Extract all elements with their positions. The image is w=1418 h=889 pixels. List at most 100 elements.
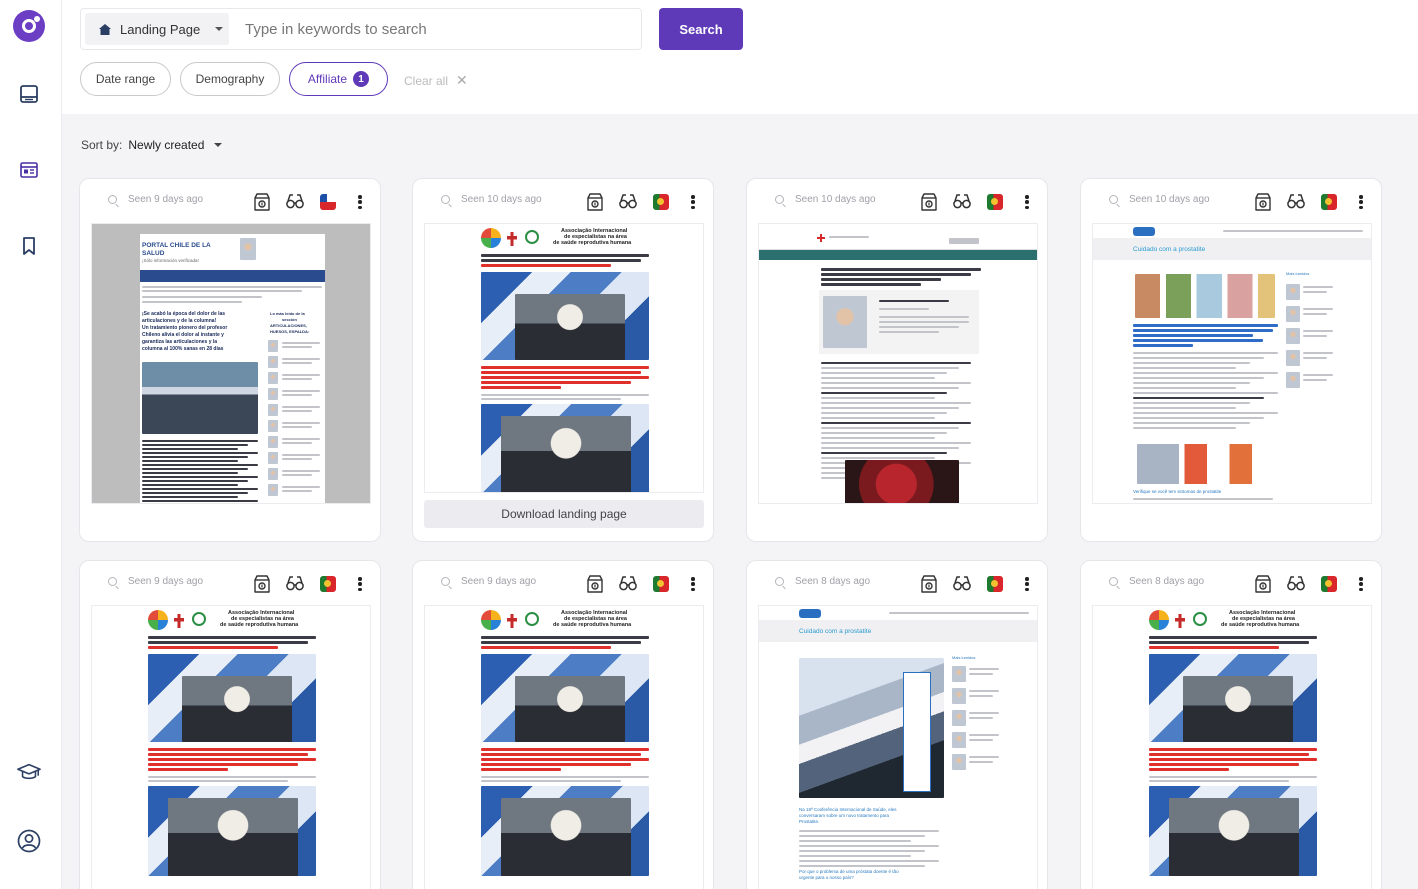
nav-academy-icon[interactable] <box>17 760 41 784</box>
more-options-icon[interactable] <box>1358 575 1364 593</box>
nav-bar <box>140 270 325 282</box>
sidebar-thumb <box>268 388 278 400</box>
spy-icon[interactable] <box>286 193 304 211</box>
text-line <box>282 474 312 476</box>
landing-page-card[interactable]: Seen 9 days ago Associação Internacional d… <box>79 560 381 889</box>
seen-label: Seen 10 days ago <box>441 194 542 205</box>
text-line <box>481 768 561 771</box>
text-line <box>148 780 288 782</box>
archive-icon[interactable] <box>1255 193 1273 211</box>
spy-icon[interactable] <box>286 575 304 593</box>
text-line <box>821 372 947 374</box>
portugal-flag-icon <box>1321 576 1337 592</box>
org-logo-icon <box>192 612 206 626</box>
nav-landing-pages-icon[interactable] <box>17 158 41 182</box>
landing-page-card[interactable]: Seen 8 days ago Cuidado com a prostatite M… <box>746 560 1048 889</box>
download-landing-page-button[interactable]: Download landing page <box>424 500 704 528</box>
card-header: Seen 10 days ago <box>413 191 713 213</box>
filter-demography[interactable]: Demography <box>180 62 280 96</box>
text-line <box>969 717 993 719</box>
landing-page-preview[interactable]: Associação Internacional de especialistas… <box>1092 605 1372 889</box>
more-options-icon[interactable] <box>690 193 696 211</box>
spy-icon[interactable] <box>953 575 971 593</box>
clear-all-button[interactable]: Clear all ✕ <box>404 72 468 89</box>
nav-dashboard-icon[interactable] <box>17 82 41 106</box>
more-options-icon[interactable] <box>357 193 363 211</box>
close-icon: ✕ <box>456 72 468 88</box>
card-header: Seen 10 days ago <box>747 191 1047 213</box>
sort-control[interactable]: Sort by: Newly created <box>81 138 223 152</box>
landing-page-preview[interactable] <box>758 223 1038 504</box>
portugal-flag-icon <box>320 576 336 592</box>
spy-icon[interactable] <box>1287 193 1305 211</box>
more-options-icon[interactable] <box>1024 193 1030 211</box>
search-button[interactable]: Search <box>659 8 743 50</box>
text-line <box>282 390 320 392</box>
filter-date-range[interactable]: Date range <box>80 62 171 96</box>
archive-icon[interactable] <box>254 575 272 593</box>
landing-page-preview[interactable]: Associação Internacional de especialistas… <box>424 605 704 889</box>
more-options-icon[interactable] <box>690 575 696 593</box>
landing-page-preview[interactable]: Cuidado com a prostatite Mais lumidos Na 1… <box>758 605 1038 889</box>
text-line <box>148 768 228 771</box>
landing-page-preview[interactable]: PORTAL CHILE DE LA SALUD ¡Sólo información… <box>91 223 371 504</box>
thumb-side: Lo más leído de la <box>270 311 305 316</box>
text-line <box>481 259 641 262</box>
filter-affiliate[interactable]: Affiliate 1 <box>289 62 388 96</box>
text-line <box>1133 377 1264 379</box>
archive-icon[interactable] <box>921 575 939 593</box>
archive-icon[interactable] <box>921 193 939 211</box>
portugal-flag-icon <box>987 194 1003 210</box>
archive-icon[interactable] <box>587 193 605 211</box>
search-input[interactable] <box>245 20 625 38</box>
nav-profile-icon[interactable] <box>17 829 41 853</box>
card-header: Seen 9 days ago <box>80 191 380 213</box>
seen-label: Seen 10 days ago <box>775 194 876 205</box>
content-type-select[interactable]: Landing Page <box>85 13 229 45</box>
text-line <box>148 641 308 644</box>
more-options-icon[interactable] <box>1358 193 1364 211</box>
text-line <box>282 426 312 428</box>
spy-icon[interactable] <box>1287 575 1305 593</box>
sidebar-thumb <box>1286 306 1300 322</box>
more-options-icon[interactable] <box>357 575 363 593</box>
card-header: Seen 8 days ago <box>747 573 1047 595</box>
text-line <box>821 367 959 369</box>
landing-page-card[interactable]: Seen 10 days ago Cuidado com a prostatite… <box>1080 178 1382 542</box>
landing-page-card[interactable]: Seen 9 days ago Associação Internacional d… <box>412 560 714 889</box>
text-line <box>148 646 278 649</box>
author-photo <box>823 296 867 348</box>
cross-logo-icon <box>1175 614 1185 628</box>
article-photo <box>1137 444 1277 484</box>
article-photo <box>501 416 631 492</box>
sidebar-thumb <box>268 436 278 448</box>
spy-icon[interactable] <box>619 193 637 211</box>
landing-page-card[interactable]: Seen 8 days ago Associação Internacional d… <box>1080 560 1382 889</box>
sidebar-thumb <box>268 484 278 496</box>
spy-icon[interactable] <box>619 575 637 593</box>
text-line <box>481 398 621 400</box>
landing-page-preview[interactable]: Associação Internacional de especialistas… <box>91 605 371 889</box>
spy-icon[interactable] <box>953 193 971 211</box>
archive-icon[interactable] <box>1255 575 1273 593</box>
thumb-cta: Verifique se você tem sintomas de prosta… <box>1133 489 1222 494</box>
landing-page-preview[interactable]: Associação Internacional de especialistas… <box>424 223 704 493</box>
text-line <box>148 763 298 766</box>
text-line <box>1303 352 1333 354</box>
org-logo-icon <box>1193 612 1207 626</box>
nav-bookmark-icon[interactable] <box>17 234 41 258</box>
archive-icon[interactable] <box>587 575 605 593</box>
landing-page-card[interactable]: Seen 10 days ago Associação Internacional… <box>412 178 714 542</box>
archive-icon[interactable] <box>254 193 272 211</box>
landing-page-card[interactable]: Seen 10 days ago <box>746 178 1048 542</box>
more-options-icon[interactable] <box>1024 575 1030 593</box>
app-logo[interactable] <box>13 10 45 42</box>
landing-page-card[interactable]: Seen 9 days ago PORTAL CHILE DE LA SALUD ¡S… <box>79 178 381 542</box>
text-line <box>821 392 947 394</box>
chile-flag-icon <box>320 194 336 210</box>
text-line <box>481 753 641 756</box>
text-line <box>799 865 925 867</box>
text-line <box>148 753 308 756</box>
landing-page-preview[interactable]: Cuidado com a prostatite Mais lumidos Veri… <box>1092 223 1372 504</box>
text-line <box>282 378 312 380</box>
